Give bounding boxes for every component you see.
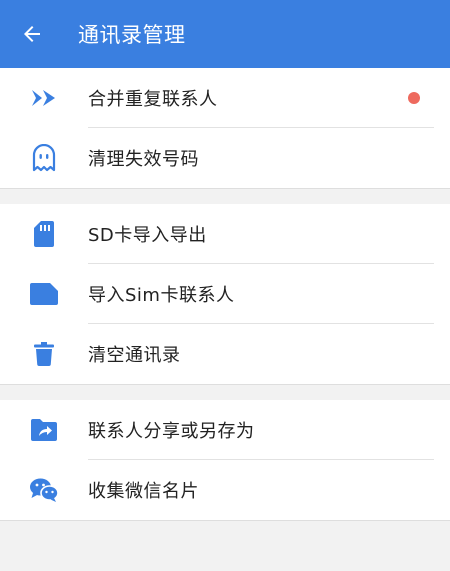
menu-item-label: 合并重复联系人 <box>88 89 218 110</box>
menu-item-wechat-cards[interactable]: 收集微信名片 <box>0 460 450 520</box>
menu-item-clean-invalid[interactable]: 清理失效号码 <box>0 128 450 188</box>
menu-item-label: 联系人分享或另存为 <box>88 421 255 442</box>
menu-group-import-export: SD卡导入导出 导入Sim卡联系人 清空通讯录 <box>0 204 450 385</box>
menu-group-cleanup: 合并重复联系人 清理失效号码 <box>0 68 450 189</box>
menu-item-label: SD卡导入导出 <box>88 225 207 246</box>
back-arrow-icon <box>24 26 40 42</box>
ghost-icon <box>0 128 88 188</box>
menu-group-share: 联系人分享或另存为 收集微信名片 <box>0 400 450 521</box>
back-button[interactable] <box>0 0 64 68</box>
menu-item-share-contacts[interactable]: 联系人分享或另存为 <box>0 400 450 460</box>
menu-item-label: 清空通讯录 <box>88 345 181 366</box>
app-toolbar: 通讯录管理 <box>0 0 450 68</box>
sim-card-icon <box>0 264 88 324</box>
share-folder-icon <box>0 400 88 460</box>
menu-item-merge-duplicates[interactable]: 合并重复联系人 <box>0 68 450 128</box>
menu-item-clear-contacts[interactable]: 清空通讯录 <box>0 324 450 384</box>
merge-arrows-icon <box>0 68 88 128</box>
wechat-icon <box>0 460 88 520</box>
notification-dot <box>408 92 420 104</box>
trash-icon <box>0 324 88 384</box>
menu-item-label: 清理失效号码 <box>88 149 199 170</box>
sd-card-icon <box>0 204 88 264</box>
menu-item-label: 收集微信名片 <box>88 481 199 502</box>
menu-item-sd-import-export[interactable]: SD卡导入导出 <box>0 204 450 264</box>
page-title: 通讯录管理 <box>78 23 186 47</box>
menu-item-label: 导入Sim卡联系人 <box>88 285 235 306</box>
menu-item-import-sim[interactable]: 导入Sim卡联系人 <box>0 264 450 324</box>
